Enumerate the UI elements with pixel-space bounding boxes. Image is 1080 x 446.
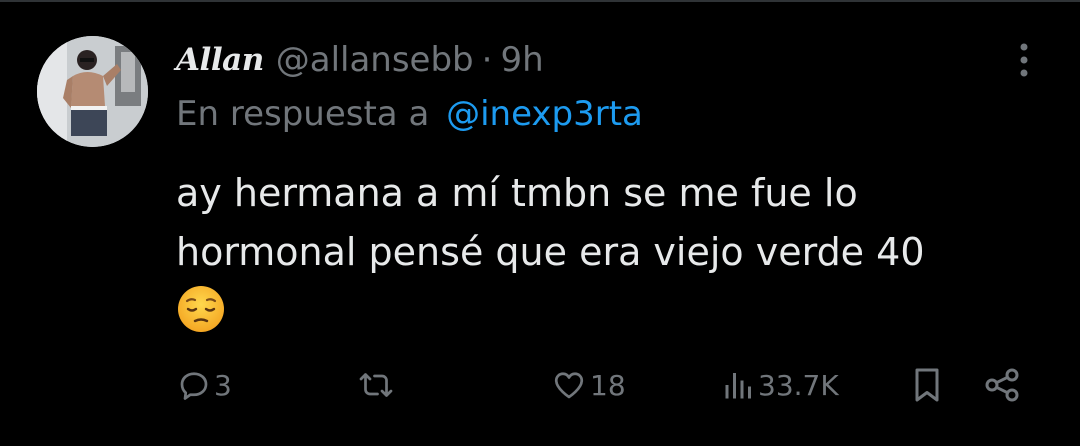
more-options-button[interactable]	[1004, 40, 1044, 80]
retweet-icon	[359, 373, 393, 397]
tweet-actions: 3 18 33.7K	[0, 355, 1080, 415]
bookmark-icon	[915, 368, 939, 402]
pensive-face-icon	[176, 284, 226, 334]
top-divider	[0, 0, 1080, 2]
views-button[interactable]: 33.7K	[722, 355, 839, 415]
tweet-header: Allan @allansebb · 9h	[176, 36, 544, 84]
reply-mention-link[interactable]: @inexp3rta	[446, 94, 643, 134]
separator-dot: ·	[481, 40, 493, 80]
heart-icon	[554, 372, 584, 399]
reply-context: En respuesta a @inexp3rta	[176, 94, 643, 134]
reply-button[interactable]: 3	[176, 355, 232, 415]
reply-icon	[180, 372, 208, 400]
more-icon	[1020, 43, 1028, 77]
timestamp[interactable]: 9h	[500, 40, 543, 80]
tweet-text: ay hermana a mí tmbn se me fue lo hormon…	[176, 164, 1026, 282]
tweet-text-line: hormonal pensé que era viejo verde 40	[176, 230, 925, 274]
retweet-button[interactable]	[356, 355, 398, 415]
share-button[interactable]	[982, 355, 1022, 415]
author-handle[interactable]: @allansebb	[276, 40, 474, 80]
views-count: 33.7K	[758, 368, 839, 402]
avatar-photo	[37, 36, 148, 147]
author-name[interactable]: Allan	[176, 42, 264, 78]
reply-count: 3	[214, 368, 232, 402]
avatar[interactable]	[37, 36, 148, 147]
bookmark-button[interactable]	[910, 355, 944, 415]
reply-prefix: En respuesta a	[176, 94, 430, 134]
like-count: 18	[590, 368, 626, 402]
like-button[interactable]: 18	[550, 355, 626, 415]
tweet-text-line: ay hermana a mí tmbn se me fue lo	[176, 171, 858, 215]
views-icon	[725, 373, 751, 399]
share-icon	[985, 368, 1019, 402]
